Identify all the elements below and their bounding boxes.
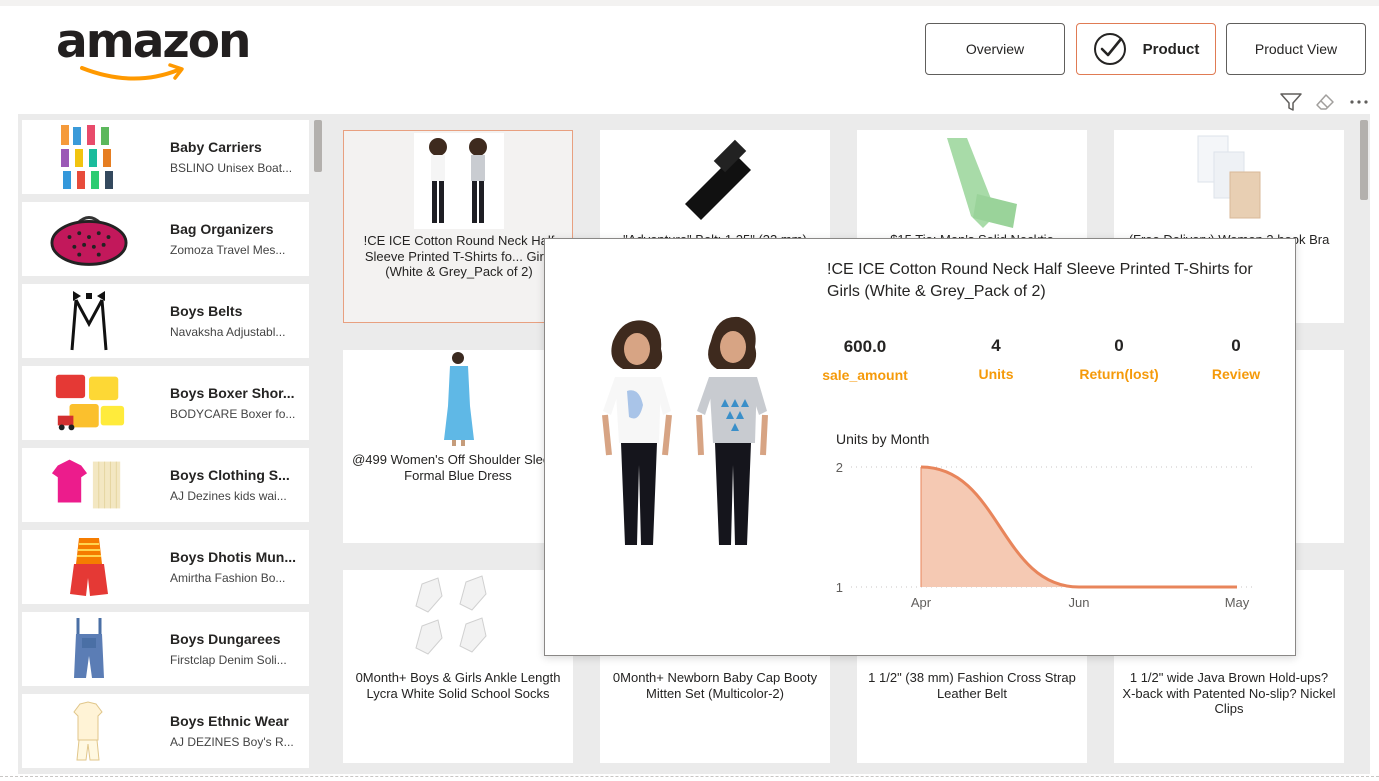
units-by-month-chart: 2 1 Apr Jun May [836,460,1255,610]
category-item[interactable]: Baby Carriers BSLINO Unisex Boat... [22,120,309,194]
category-item[interactable]: Boys Ethnic Wear AJ DEZINES Boy's R... [22,694,309,768]
category-item[interactable]: Boys Dhotis Mun... Amirtha Fashion Bo... [22,530,309,604]
kpi-return-lost: 0 Return(lost) [1059,336,1179,382]
category-title: Boys Dhotis Mun... [170,549,296,565]
necktie-thumbnail [857,134,1087,230]
category-item[interactable]: Boys Clothing S... AJ Dezines kids wai..… [22,448,309,522]
kpi-label: Return(lost) [1079,366,1159,382]
product-name: 0Month+ Boys & Girls Ankle Length Lycra … [355,670,561,701]
more-options-icon[interactable] [1348,92,1370,112]
kpi-sale-amount: 600.0 sale_amount [805,337,925,383]
x-tick-label: May [1225,595,1250,610]
product-name: 0Month+ Newborn Baby Cap Booty Mitten Se… [612,670,818,701]
x-tick-label: Apr [911,595,932,610]
belt-thumbnail [600,134,830,230]
x-tick-label: Jun [1069,595,1090,610]
ethnic-wear-thumbnail [50,697,128,765]
product-grid-scrollbar[interactable] [1360,120,1368,200]
checkmark-circle-icon [1093,33,1126,65]
category-list: Baby Carriers BSLINO Unisex Boat... Bag … [22,120,309,770]
kpi-label: sale_amount [822,367,908,383]
kpi-value: 600.0 [843,337,887,356]
eraser-icon[interactable] [1314,92,1336,112]
bra-extender-thumbnail [1114,132,1344,228]
product-image [602,316,768,545]
dungarees-thumbnail [50,615,128,683]
kpi-value: 0 [1231,336,1241,355]
socks-thumbnail [343,572,573,668]
kpi-units: 4 Units [936,336,1056,382]
category-subtitle: AJ DEZINES Boy's R... [170,735,294,749]
product-view-label: Product View [1254,41,1338,57]
y-tick-label: 1 [836,580,843,595]
category-subtitle: BSLINO Unisex Boat... [170,161,293,175]
product-name: !CE ICE Cotton Round Neck Half Sleeve Pr… [363,233,555,279]
category-title: Boys Ethnic Wear [170,713,289,729]
boxer-shorts-thumbnail [50,369,128,437]
product-view-button[interactable]: Product View [1226,23,1366,75]
product-tooltip: !CE ICE Cotton Round Neck Half Sleeve Pr… [544,238,1296,656]
visual-toolbar [1280,92,1370,112]
kpi-value: 0 [1114,336,1124,355]
category-item[interactable]: Boys Belts Navaksha Adjustabl... [22,284,309,358]
category-subtitle: Zomoza Travel Mes... [170,243,286,257]
y-tick-label: 2 [836,460,843,475]
category-title: Baby Carriers [170,139,262,155]
product-button[interactable]: Product [1076,23,1216,75]
product-card[interactable]: @499 Women's Off Shoulder Sleeve Formal … [343,350,573,543]
category-title: Boys Clothing S... [170,467,290,483]
suspenders-thumbnail [50,287,128,355]
kpi-value: 4 [991,336,1001,355]
product-card[interactable]: !CE ICE Cotton Round Neck Half Sleeve Pr… [343,130,573,323]
sidebar-scrollbar[interactable] [314,120,322,172]
product-name: @499 Women's Off Shoulder Sleeve Formal … [352,452,564,483]
category-item[interactable]: Boys Dungarees Firstclap Denim Soli... [22,612,309,686]
category-title: Boys Boxer Shor... [170,385,295,401]
category-item[interactable]: Boys Boxer Shor... BODYCARE Boxer fo... [22,366,309,440]
logo-text: amazon [56,14,252,69]
smile-arrow-icon [80,63,184,81]
kpi-label: Units [978,366,1014,382]
tooltip-product-title: !CE ICE Cotton Round Neck Half Sleeve Pr… [827,261,1253,300]
dhoti-thumbnail [50,533,128,601]
category-subtitle: BODYCARE Boxer fo... [170,407,296,421]
category-item[interactable]: Bag Organizers Zomoza Travel Mes... [22,202,309,276]
kpi-label: Review [1211,366,1261,382]
category-title: Boys Belts [170,303,243,319]
category-subtitle: Navaksha Adjustabl... [170,325,286,339]
filter-icon[interactable] [1280,92,1302,112]
kpi-review: 0 Review [1176,336,1296,382]
category-subtitle: Amirtha Fashion Bo... [170,571,286,585]
product-label: Product [1142,40,1200,58]
category-title: Boys Dungarees [170,631,281,647]
product-name: 1 1/2" wide Java Brown Hold-ups? X-back … [1122,670,1336,716]
category-subtitle: AJ Dezines kids wai... [170,489,287,503]
blue-dress-thumbnail [343,350,573,448]
overview-button[interactable]: Overview [925,23,1065,75]
category-title: Bag Organizers [170,221,274,237]
bottom-border [0,776,1379,777]
category-subtitle: Firstclap Denim Soli... [170,653,287,667]
overview-label: Overview [965,41,1025,57]
amazon-logo: amazon [56,14,252,81]
product-card[interactable]: 0Month+ Boys & Girls Ankle Length Lycra … [343,570,573,763]
socks-thumbnail [50,123,128,191]
bag-thumbnail [50,205,128,273]
girls-tshirts-thumbnail [344,133,572,229]
shirt-thumbnail [50,451,128,519]
product-name: 1 1/2" (38 mm) Fashion Cross Strap Leath… [868,670,1076,701]
